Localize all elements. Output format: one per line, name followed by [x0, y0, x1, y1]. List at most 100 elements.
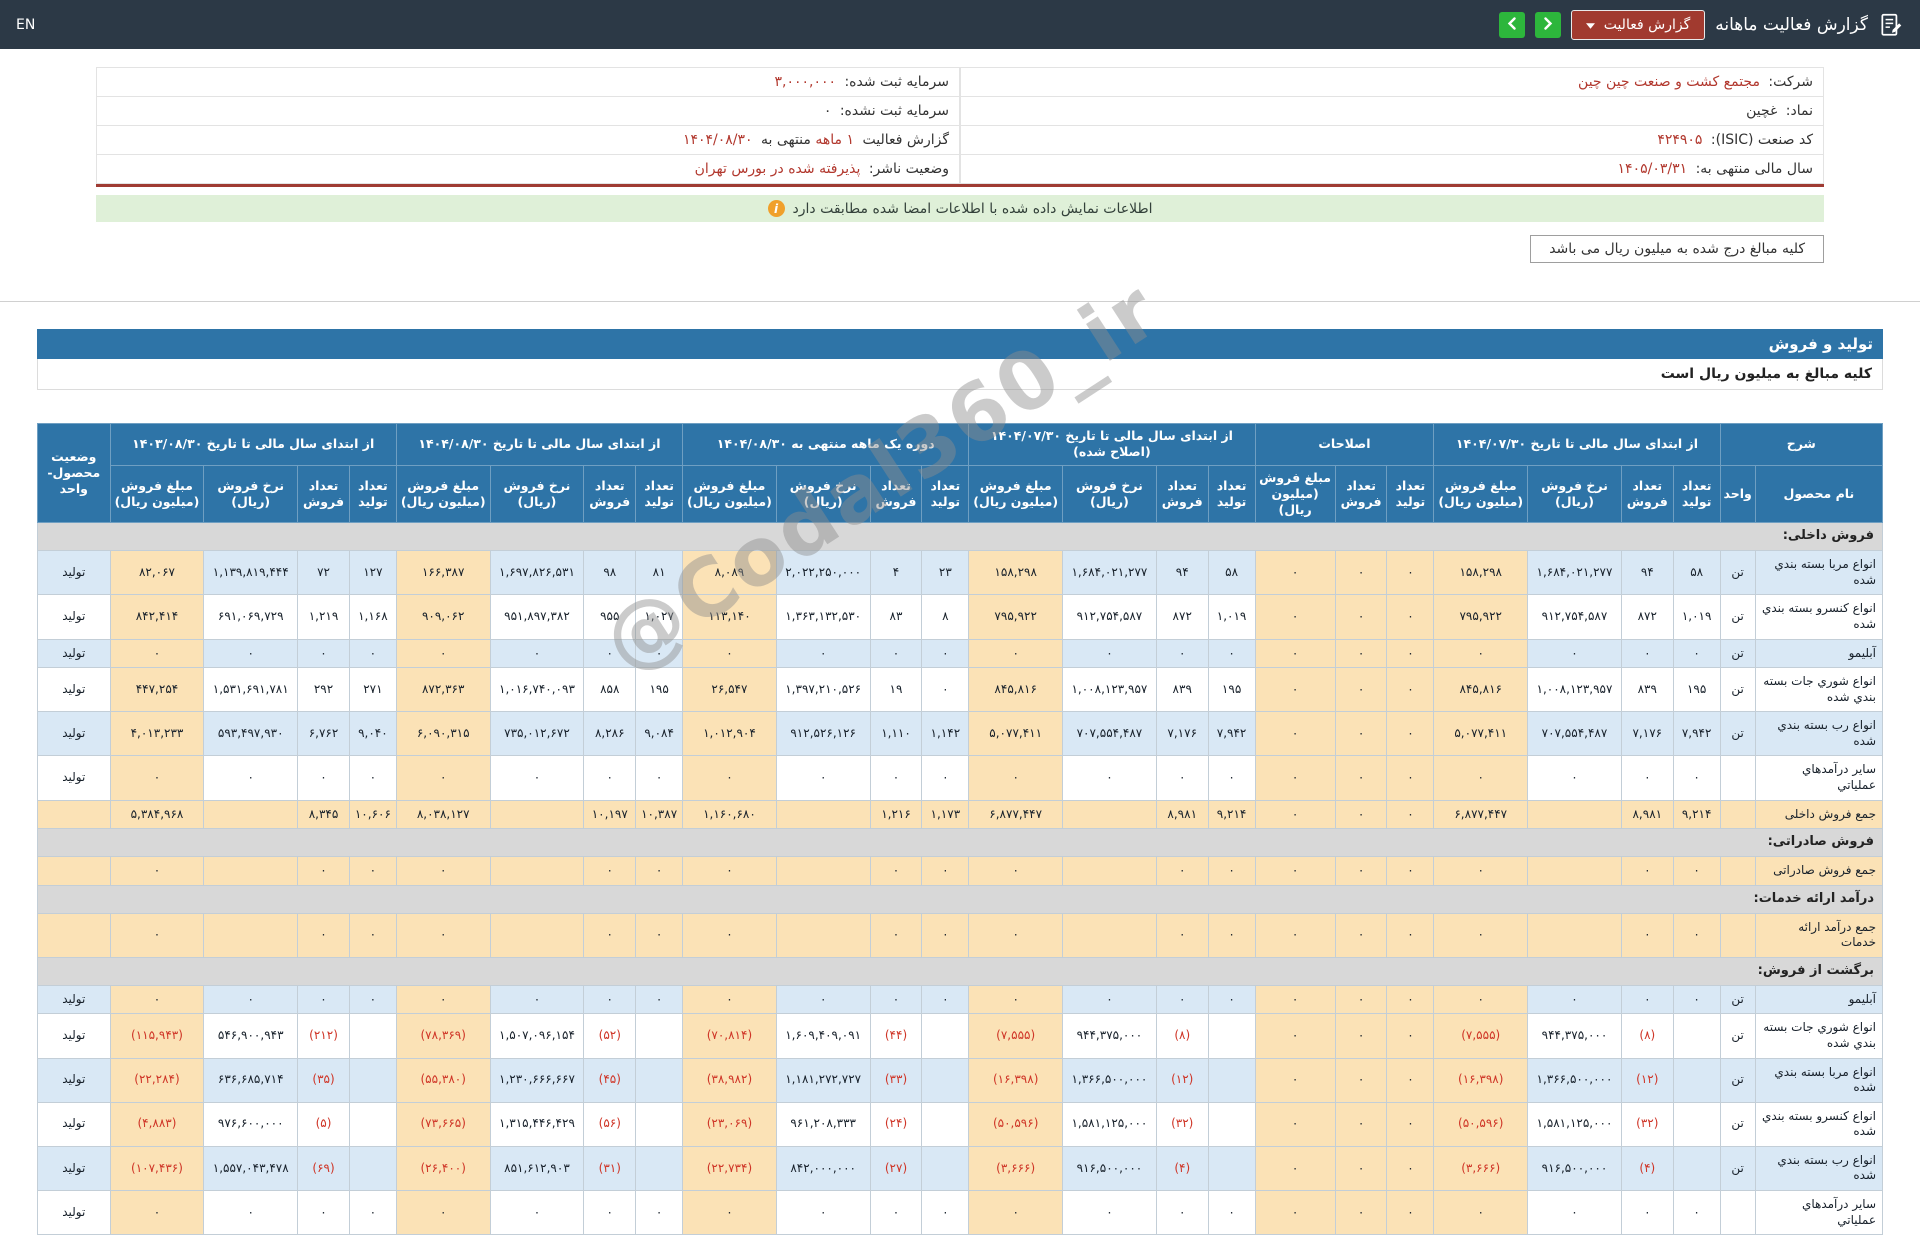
value-cell: ۰	[921, 1190, 970, 1235]
column-group: دوره یک ماهه منتهی به ۱۴۰۴/۰۸/۳۰	[682, 423, 970, 466]
value-cell: ۰	[1386, 856, 1435, 886]
report-icon	[1878, 12, 1904, 38]
value-cell: ۸۳۹	[1155, 667, 1209, 713]
info-value: ۱۴۰۵/۰۳/۳۱	[1617, 161, 1688, 177]
value-cell: ۷,۱۷۶	[1155, 711, 1209, 757]
status-cell: تولید	[37, 550, 111, 596]
value-cell: ۰	[869, 755, 923, 801]
value-cell: ۰	[775, 984, 871, 1015]
section-row: فروش داخلی:	[37, 522, 1883, 552]
value-cell: ۶,۸۷۷,۴۴۷	[968, 799, 1064, 830]
report-type-label: گزارش فعالیت	[1603, 16, 1691, 33]
value-cell: ۰	[109, 1190, 205, 1235]
value-cell: ۰	[1386, 550, 1435, 596]
value-cell: ۰	[1672, 856, 1721, 886]
value-cell: ۰	[1254, 711, 1336, 757]
value-cell: ۰	[1620, 755, 1674, 801]
value-cell: ۸۷۲,۳۶۳	[395, 667, 491, 713]
value-cell: ۷,۹۴۲	[1207, 711, 1256, 757]
value-cell: ۰	[1334, 638, 1388, 669]
value-cell: ۱,۰۲۷	[635, 594, 684, 640]
value-cell: ۰	[682, 912, 777, 958]
column-sub: تعداد فروش	[583, 464, 637, 524]
value-cell: ۱۰,۶۰۶	[348, 799, 397, 830]
value-cell: ۰	[583, 755, 637, 801]
table-row: انواع مربا بسته بندي شده تن ۵۸ ۹۴ ۱,۶۸۴,۰۲۱,…	[37, 550, 1884, 596]
value-cell: (۱۲)	[1155, 1057, 1209, 1103]
info-label: شرکت:	[1768, 74, 1813, 90]
info-row: کد صنعت (ISIC): ۴۲۴۹۰۵	[960, 125, 1824, 155]
value-cell: ۰	[1620, 856, 1674, 886]
table-row: انواع کنسرو بسته بندي شده تن ۱,۰۱۹ ۸۷۲ ۹۱۲,۷…	[37, 594, 1884, 640]
value-cell: ۰	[1334, 1190, 1388, 1235]
value-cell: ۰	[1155, 912, 1209, 958]
column-sub: تعداد تولید	[1386, 464, 1435, 524]
value-cell: (۵۰,۵۹۶)	[968, 1101, 1064, 1147]
info-value: مجتمع کشت و صنعت چین چین	[1578, 74, 1760, 90]
value-cell: ۹۸	[583, 550, 637, 596]
value-cell: ۰	[1062, 638, 1157, 669]
value-cell: ۵۹۳,۴۹۷,۹۳۰	[203, 711, 299, 757]
value-cell: ۲۶,۵۴۷	[682, 667, 777, 713]
value-cell: (۵۶)	[583, 1101, 637, 1147]
value-cell	[489, 856, 585, 886]
value-cell: (۱۰۷,۴۳۶)	[109, 1145, 205, 1192]
value-cell: ۰	[1062, 1190, 1157, 1235]
column-sub: تعداد فروش	[297, 464, 350, 524]
value-cell: ۸	[921, 594, 970, 640]
value-cell: ۵۸	[1672, 550, 1721, 596]
value-cell: ۱۵۸,۲۹۸	[1433, 550, 1529, 596]
value-cell: ۰	[1386, 1013, 1435, 1059]
production-table-wrap: شرح از ابتدای سال مالی تا تاریخ ۱۴۰۴/۰۷/۳…	[37, 422, 1884, 1235]
info-label: کد صنعت (ISIC):	[1710, 132, 1813, 148]
table-row: انواع رب بسته بندي شده تن ۷,۹۴۲ ۷,۱۷۶ ۷۰۷,۵۵…	[37, 711, 1884, 757]
column-sub: تعداد تولید	[1672, 464, 1721, 524]
value-cell: ۱,۳۶۳,۱۳۲,۵۳۰	[775, 594, 871, 640]
value-cell: ۰	[1433, 1190, 1529, 1235]
value-cell: ۰	[1254, 1057, 1336, 1103]
value-cell: ۰	[489, 638, 585, 669]
value-cell: ۱,۳۶۶,۵۰۰,۰۰۰	[1527, 1057, 1622, 1103]
value-cell: ۰	[1254, 667, 1336, 713]
value-cell: ۰	[297, 638, 350, 669]
status-cell: تولید	[37, 1013, 111, 1059]
language-toggle[interactable]: EN	[16, 17, 35, 33]
unit-cell: تن	[1719, 1145, 1756, 1192]
value-cell: (۳۲)	[1620, 1101, 1674, 1147]
product-name-cell: انواع شوري جات بسته بندي شده	[1754, 1013, 1884, 1059]
product-name-cell: آبلیمو	[1754, 984, 1884, 1015]
value-cell	[348, 1101, 397, 1147]
column-sub: مبلغ فروش (میلیون ریال)	[1433, 464, 1529, 524]
value-cell	[1672, 1013, 1721, 1059]
report-type-button[interactable]: گزارش فعالیت	[1570, 9, 1706, 40]
previous-report-button[interactable]	[1498, 11, 1525, 38]
section-subtitle: کلیه مبالغ به میلیون ریال است	[37, 359, 1883, 390]
value-cell: ۱,۲۱۶	[869, 799, 923, 830]
value-cell: ۰	[869, 856, 923, 886]
value-cell: ۱,۰۱۹	[1672, 594, 1721, 640]
value-cell: ۰	[1334, 1057, 1388, 1103]
value-cell: ۶,۷۶۲	[297, 711, 350, 757]
value-cell: ۰	[921, 984, 970, 1015]
value-cell: ۰	[395, 1190, 491, 1235]
value-cell: (۲۶,۴۰۰)	[395, 1145, 491, 1192]
column-sub: تعداد فروش	[1334, 464, 1388, 524]
info-value: ۴۲۴۹۰۵	[1657, 132, 1703, 148]
column-status: وضعیت محصول-واحد	[37, 422, 111, 524]
value-cell	[1207, 1057, 1256, 1103]
value-cell: (۱۶,۳۹۸)	[968, 1057, 1064, 1103]
value-cell: ۵۴۶,۹۰۰,۹۴۳	[203, 1013, 299, 1059]
next-report-button[interactable]	[1534, 11, 1561, 38]
value-cell: ۰	[348, 912, 397, 958]
info-row: سرمایه ثبت نشده: ۰	[96, 96, 960, 126]
value-cell: ۱۰,۳۸۷	[635, 799, 684, 830]
value-cell: ۰	[1062, 984, 1157, 1015]
value-cell: ۰	[1254, 799, 1336, 830]
value-cell: ۰	[635, 755, 684, 801]
value-cell: ۰	[1254, 1101, 1336, 1147]
product-name-cell: سایر درآمدهاي عملیاتي	[1754, 1190, 1884, 1235]
value-cell: ۰	[635, 856, 684, 886]
value-cell: ۰	[1527, 755, 1622, 801]
status-cell: تولید	[37, 667, 111, 713]
value-cell: (۲۲,۲۸۴)	[109, 1057, 205, 1103]
